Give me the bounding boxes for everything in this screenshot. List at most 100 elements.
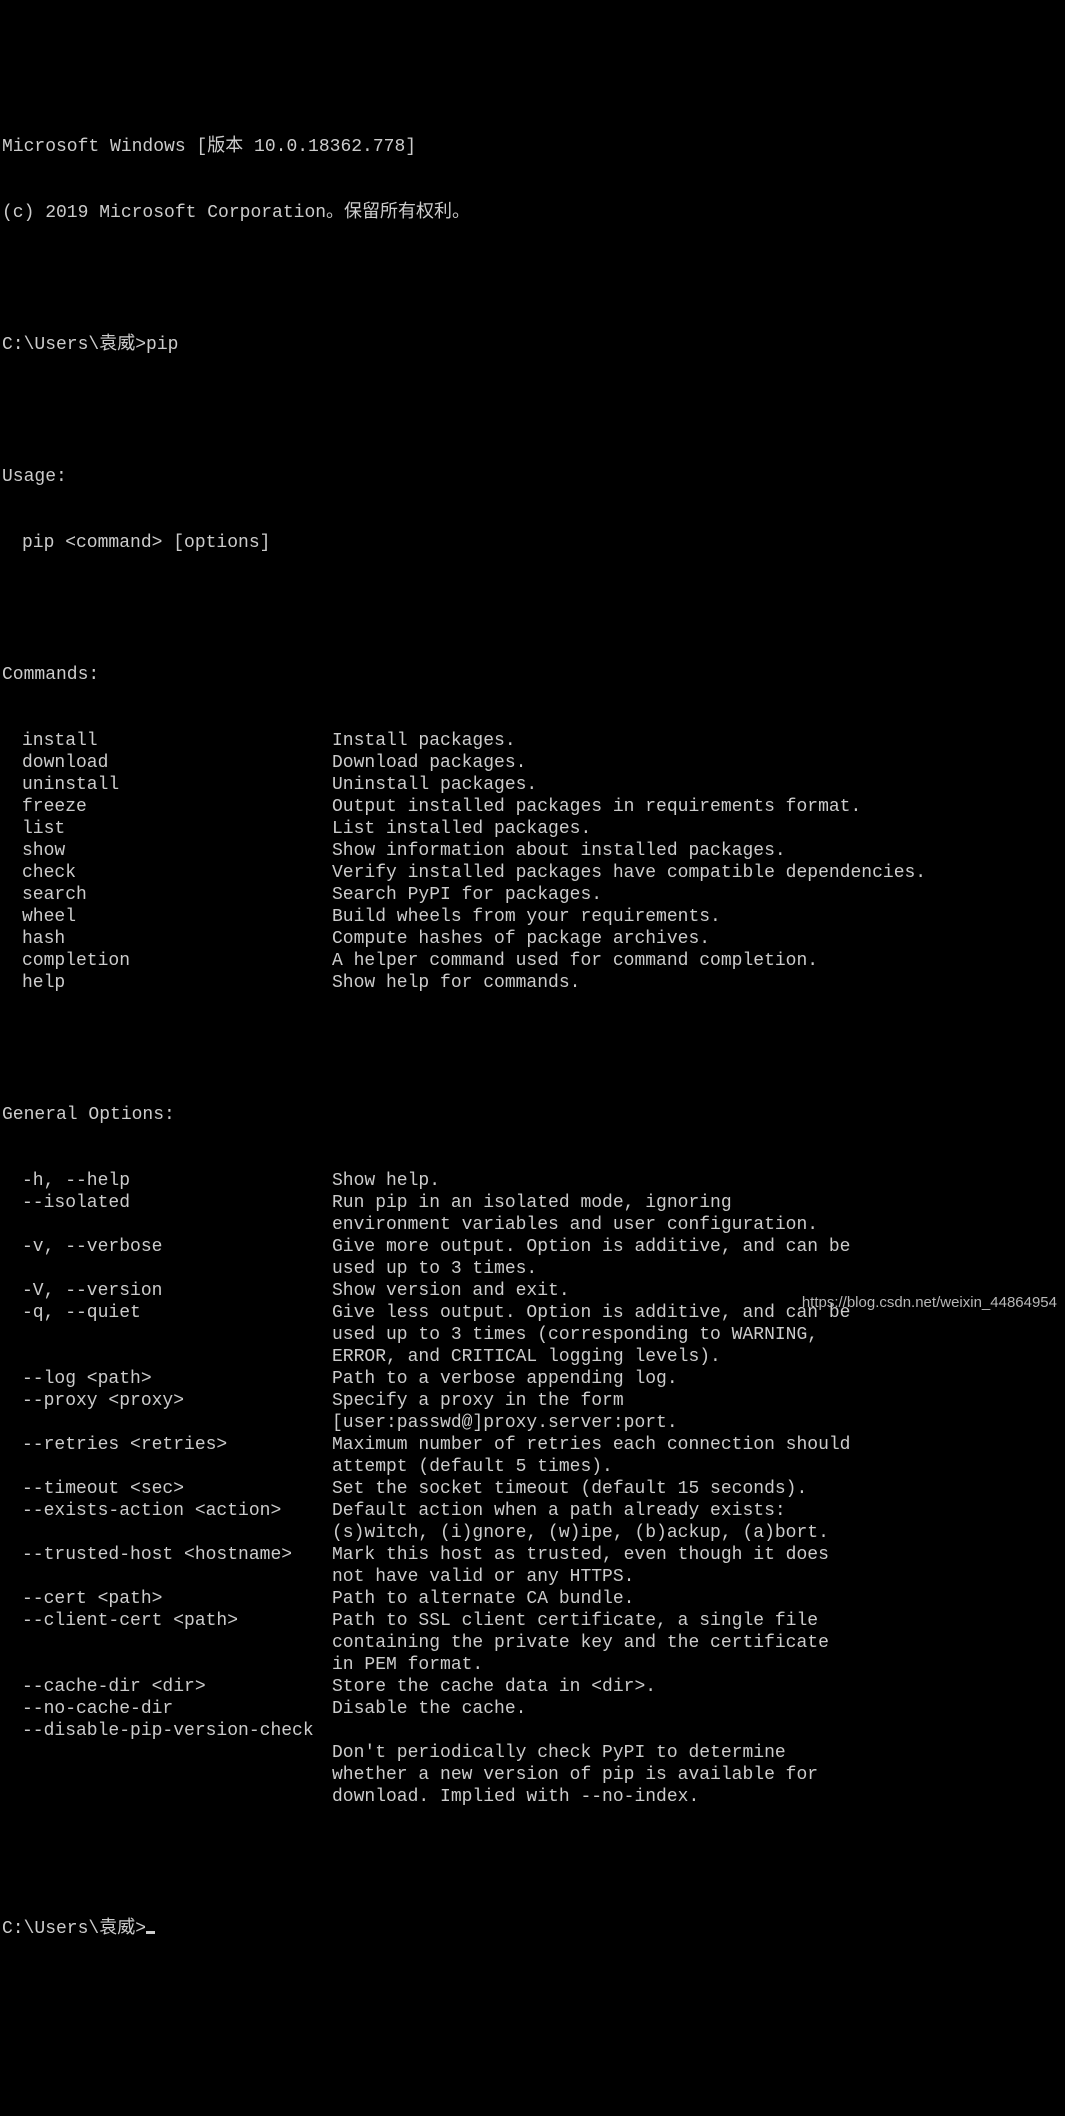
os-version-line: Microsoft Windows [版本 10.0.18362.778] [2,136,1065,158]
option-desc: Path to alternate CA bundle. [332,1588,1065,1610]
option-name: --proxy <proxy> [22,1390,332,1412]
command-desc: Build wheels from your requirements. [332,906,1065,928]
command-row: helpShow help for commands. [2,972,1065,994]
option-desc: Default action when a path already exist… [332,1500,1065,1522]
option-desc-cont: used up to 3 times (corresponding to WAR… [2,1324,1065,1346]
option-row: --isolatedRun pip in an isolated mode, i… [2,1192,1065,1214]
option-name: --cache-dir <dir> [22,1676,332,1698]
option-row: --timeout <sec>Set the socket timeout (d… [2,1478,1065,1500]
command-name: help [22,972,332,994]
command-row: checkVerify installed packages have comp… [2,862,1065,884]
option-desc: Give more output. Option is additive, an… [332,1236,1065,1258]
command-row: hashCompute hashes of package archives. [2,928,1065,950]
option-desc: Path to SSL client certificate, a single… [332,1610,1065,1632]
command-desc: Download packages. [332,752,1065,774]
option-desc: Maximum number of retries each connectio… [332,1434,1065,1456]
option-row: --log <path>Path to a verbose appending … [2,1368,1065,1390]
command-name: list [22,818,332,840]
watermark: https://blog.csdn.net/weixin_44864954 [802,1292,1057,1314]
option-row: --no-cache-dirDisable the cache. [2,1698,1065,1720]
option-name: -q, --quiet [22,1302,332,1324]
option-desc: Run pip in an isolated mode, ignoring [332,1192,1065,1214]
option-desc-cont: containing the private key and the certi… [2,1632,1065,1654]
option-desc-cont: in PEM format. [2,1654,1065,1676]
option-desc: Show help. [332,1170,1065,1192]
command-row: completionA helper command used for comm… [2,950,1065,972]
command-desc: Show help for commands. [332,972,1065,994]
option-name: --disable-pip-version-check [22,1720,332,1742]
command-name: check [22,862,332,884]
usage-header: Usage: [2,466,1065,488]
option-desc-cont: not have valid or any HTTPS. [2,1566,1065,1588]
command-row: showShow information about installed pac… [2,840,1065,862]
option-row: -v, --verboseGive more output. Option is… [2,1236,1065,1258]
option-name: --client-cert <path> [22,1610,332,1632]
command-desc: Show information about installed package… [332,840,1065,862]
option-row: --proxy <proxy>Specify a proxy in the fo… [2,1390,1065,1412]
option-desc: Disable the cache. [332,1698,1065,1720]
option-row: --exists-action <action>Default action w… [2,1500,1065,1522]
command-name: completion [22,950,332,972]
command-name: wheel [22,906,332,928]
option-desc-cont: environment variables and user configura… [2,1214,1065,1236]
command-name: freeze [22,796,332,818]
option-name: --trusted-host <hostname> [22,1544,332,1566]
command-name: search [22,884,332,906]
command-desc: Verify installed packages have compatibl… [332,862,1065,884]
option-name: --cert <path> [22,1588,332,1610]
option-desc: Mark this host as trusted, even though i… [332,1544,1065,1566]
option-desc-cont: ERROR, and CRITICAL logging levels). [2,1346,1065,1368]
option-name: --exists-action <action> [22,1500,332,1522]
option-name: -v, --verbose [22,1236,332,1258]
option-row: --trusted-host <hostname>Mark this host … [2,1544,1065,1566]
command-name: download [22,752,332,774]
option-desc-cont: download. Implied with --no-index. [2,1786,1065,1808]
command-desc: Uninstall packages. [332,774,1065,796]
command-desc: Search PyPI for packages. [332,884,1065,906]
option-name: --timeout <sec> [22,1478,332,1500]
command-row: searchSearch PyPI for packages. [2,884,1065,906]
copyright-line: (c) 2019 Microsoft Corporation。保留所有权利。 [2,202,1065,224]
command-desc: Compute hashes of package archives. [332,928,1065,950]
option-desc-cont: Don't periodically check PyPI to determi… [2,1742,1065,1764]
option-desc: Specify a proxy in the form [332,1390,1065,1412]
option-desc-cont: attempt (default 5 times). [2,1456,1065,1478]
option-name: -h, --help [22,1170,332,1192]
command-row: downloadDownload packages. [2,752,1065,774]
option-name: --isolated [22,1192,332,1214]
option-row: --cache-dir <dir>Store the cache data in… [2,1676,1065,1698]
option-name: -V, --version [22,1280,332,1302]
option-row: -h, --helpShow help. [2,1170,1065,1192]
command-name: uninstall [22,774,332,796]
command-name: install [22,730,332,752]
command-row: wheelBuild wheels from your requirements… [2,906,1065,928]
option-row: --cert <path>Path to alternate CA bundle… [2,1588,1065,1610]
option-desc: Path to a verbose appending log. [332,1368,1065,1390]
command-name: hash [22,928,332,950]
option-row: --client-cert <path>Path to SSL client c… [2,1610,1065,1632]
command-desc: A helper command used for command comple… [332,950,1065,972]
commands-header: Commands: [2,664,1065,686]
general-options-header: General Options: [2,1104,1065,1126]
option-name: --no-cache-dir [22,1698,332,1720]
option-desc-cont: used up to 3 times. [2,1258,1065,1280]
option-desc: Set the socket timeout (default 15 secon… [332,1478,1065,1500]
command-desc: Install packages. [332,730,1065,752]
option-desc-cont: [user:passwd@]proxy.server:port. [2,1412,1065,1434]
prompt-line-2[interactable]: C:\Users\袁威> [2,1918,1065,1940]
option-row: --retries <retries>Maximum number of ret… [2,1434,1065,1456]
option-name: --retries <retries> [22,1434,332,1456]
usage-line: pip <command> [options] [2,532,1065,554]
option-desc: Store the cache data in <dir>. [332,1676,1065,1698]
command-row: listList installed packages. [2,818,1065,840]
option-name: --log <path> [22,1368,332,1390]
command-row: uninstallUninstall packages. [2,774,1065,796]
command-desc: List installed packages. [332,818,1065,840]
cursor-icon [146,1931,155,1934]
option-row: --disable-pip-version-check [2,1720,1065,1742]
command-row: installInstall packages. [2,730,1065,752]
command-desc: Output installed packages in requirement… [332,796,1065,818]
terminal-output[interactable]: Microsoft Windows [版本 10.0.18362.778] (c… [0,88,1065,1962]
command-row: freezeOutput installed packages in requi… [2,796,1065,818]
option-desc-cont: whether a new version of pip is availabl… [2,1764,1065,1786]
